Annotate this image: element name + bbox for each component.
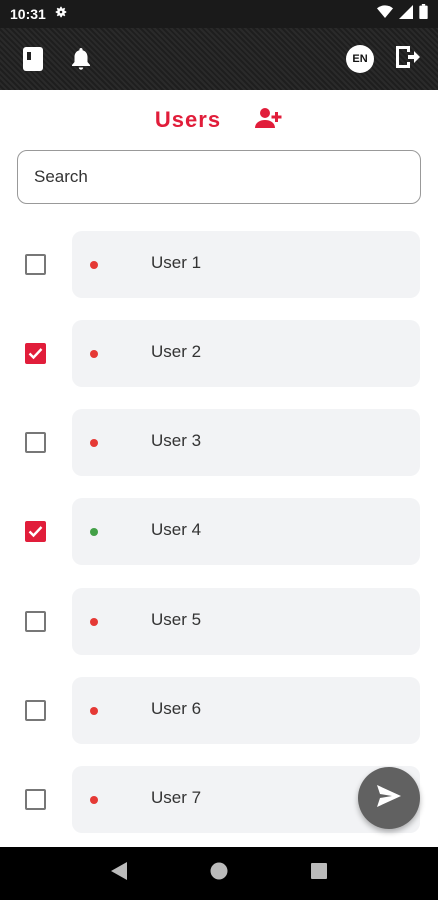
status-dot	[90, 707, 98, 715]
send-button[interactable]	[358, 767, 420, 829]
status-time: 10:31	[10, 6, 46, 22]
home-icon[interactable]	[210, 862, 228, 885]
user-checkbox[interactable]	[25, 432, 46, 453]
wifi-icon	[377, 4, 393, 24]
list-item: User 3	[0, 409, 438, 476]
user-card[interactable]: User 4	[72, 498, 420, 565]
user-name: User 3	[151, 431, 202, 450]
user-card[interactable]: User 5	[72, 588, 420, 655]
user-card[interactable]: User 1	[72, 231, 420, 298]
list-item: User 1	[0, 231, 438, 298]
search-input[interactable]	[34, 167, 404, 187]
recents-icon[interactable]	[310, 863, 327, 884]
user-name: User 4	[151, 520, 202, 539]
user-name: User 6	[151, 699, 202, 718]
status-bar: 10:31	[0, 0, 438, 28]
list-item: User 2	[0, 320, 438, 387]
title-row: Users	[0, 100, 438, 140]
status-dot	[90, 261, 98, 269]
gear-icon	[54, 5, 68, 24]
user-checkbox[interactable]	[25, 254, 46, 275]
status-dot	[90, 618, 98, 626]
user-card[interactable]: User 3	[72, 409, 420, 476]
list-item: User 4	[0, 498, 438, 565]
bell-icon[interactable]	[66, 44, 96, 74]
list-item: User 5	[0, 588, 438, 655]
app-bar: EN	[0, 28, 438, 90]
back-icon[interactable]	[111, 862, 128, 885]
send-icon	[377, 784, 401, 812]
user-card[interactable]: User 2	[72, 320, 420, 387]
user-checkbox[interactable]	[25, 789, 46, 810]
user-checkbox[interactable]	[25, 700, 46, 721]
user-name: User 2	[151, 342, 202, 361]
search-box	[17, 150, 421, 204]
battery-icon	[419, 4, 428, 24]
book-icon[interactable]	[18, 44, 48, 74]
status-dot	[90, 439, 98, 447]
user-checkbox[interactable]	[25, 343, 46, 364]
add-user-icon[interactable]	[255, 107, 283, 134]
language-button[interactable]: EN	[346, 45, 374, 73]
signal-icon	[399, 4, 413, 24]
status-dot	[90, 796, 98, 804]
status-dot	[90, 528, 98, 536]
user-checkbox[interactable]	[25, 521, 46, 542]
user-name: User 7	[151, 788, 202, 807]
status-dot	[90, 350, 98, 358]
user-name: User 1	[151, 253, 202, 272]
logout-icon[interactable]	[394, 44, 420, 75]
page-title: Users	[154, 107, 222, 132]
user-checkbox[interactable]	[25, 611, 46, 632]
list-item: User 6	[0, 677, 438, 744]
user-name: User 5	[151, 610, 202, 629]
nav-bar	[0, 847, 438, 900]
user-card[interactable]: User 6	[72, 677, 420, 744]
